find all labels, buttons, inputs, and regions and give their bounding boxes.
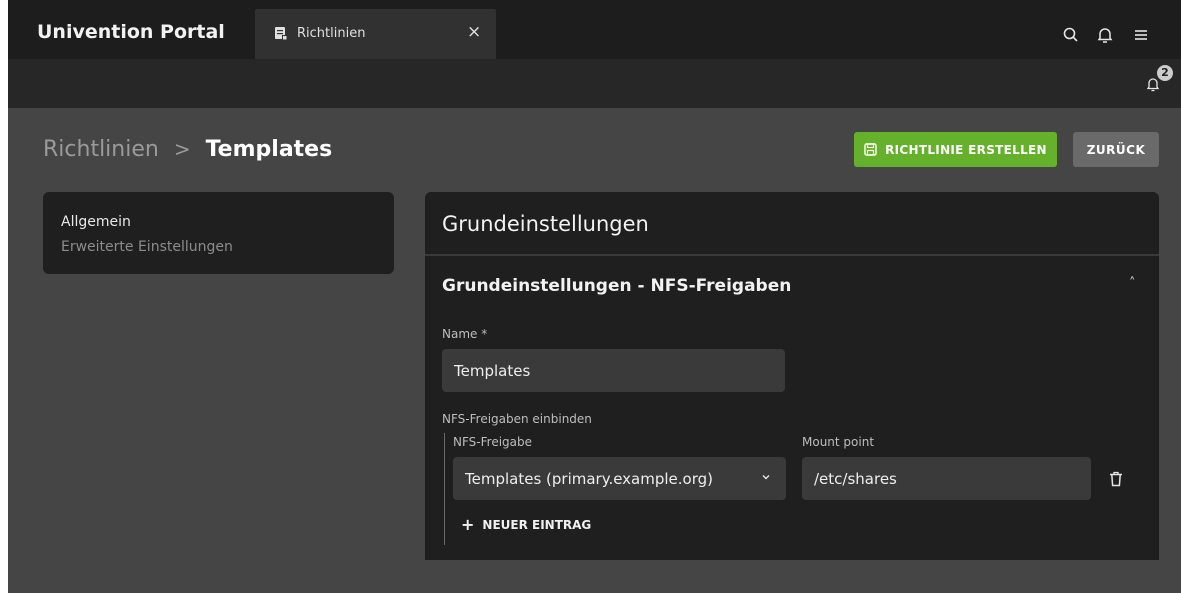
trash-icon[interactable] — [1109, 471, 1123, 487]
name-field[interactable]: Templates — [442, 349, 785, 392]
add-entry-button[interactable]: + NEUER EINTRAG — [461, 515, 591, 534]
settings-panel: Grundeinstellungen Grundeinstellungen - … — [425, 192, 1159, 560]
bell-icon[interactable] — [1096, 26, 1114, 44]
create-policy-label: RICHTLINIE ERSTELLEN — [885, 142, 1047, 157]
plus-icon: + — [461, 515, 475, 534]
nfs-share-select[interactable]: Templates (primary.example.org) — [453, 457, 786, 500]
section-title: Grundeinstellungen - NFS-Freigaben — [442, 276, 792, 296]
nav-item-erweiterte-einstellungen[interactable]: Erweiterte Einstellungen — [61, 239, 233, 255]
top-bar: Univention Portal Richtlinien × — [8, 0, 1181, 59]
create-policy-button[interactable]: RICHTLINIE ERSTELLEN — [854, 132, 1057, 167]
collapse-icon[interactable]: ˄ — [1129, 276, 1136, 291]
add-entry-label: NEUER EINTRAG — [482, 518, 592, 532]
page-title: Templates — [205, 137, 333, 162]
tab-richtlinien[interactable]: Richtlinien × — [255, 9, 496, 59]
mount-point-field[interactable]: /etc/shares — [802, 457, 1091, 500]
back-button[interactable]: ZURÜCK — [1073, 132, 1159, 167]
tab-label: Richtlinien — [297, 26, 366, 41]
name-label: Name * — [442, 327, 488, 341]
search-icon[interactable] — [1062, 26, 1080, 44]
breadcrumb: Richtlinien > Templates — [43, 137, 332, 162]
policy-doc-icon — [275, 27, 287, 40]
side-navigation: Allgemein Erweiterte Einstellungen — [43, 192, 394, 274]
mount-point-value: /etc/shares — [814, 469, 897, 488]
notification-bar: 2 — [8, 59, 1181, 108]
nfs-share-label: NFS-Freigabe — [453, 435, 533, 449]
breadcrumb-separator: > — [173, 137, 191, 161]
breadcrumb-parent[interactable]: Richtlinien — [43, 137, 159, 162]
mount-point-label: Mount point — [802, 435, 875, 449]
portal-window: Univention Portal Richtlinien × 2 Richtl… — [8, 0, 1181, 593]
nfs-share-value: Templates (primary.example.org) — [465, 469, 713, 488]
group-indent-line — [444, 433, 445, 545]
save-icon — [864, 143, 877, 156]
nav-item-allgemein[interactable]: Allgemein — [61, 214, 131, 230]
portal-brand[interactable]: Univention Portal — [37, 21, 225, 43]
chevron-down-icon — [762, 475, 770, 480]
panel-divider — [425, 254, 1159, 256]
close-icon[interactable]: × — [467, 22, 481, 42]
name-field-value: Templates — [454, 361, 531, 380]
notification-bell-icon[interactable] — [1146, 76, 1160, 92]
notification-count-badge: 2 — [1157, 65, 1173, 81]
panel-title: Grundeinstellungen — [442, 212, 649, 236]
nfs-group-label: NFS-Freigaben einbinden — [442, 412, 592, 426]
menu-icon[interactable] — [1132, 26, 1150, 44]
